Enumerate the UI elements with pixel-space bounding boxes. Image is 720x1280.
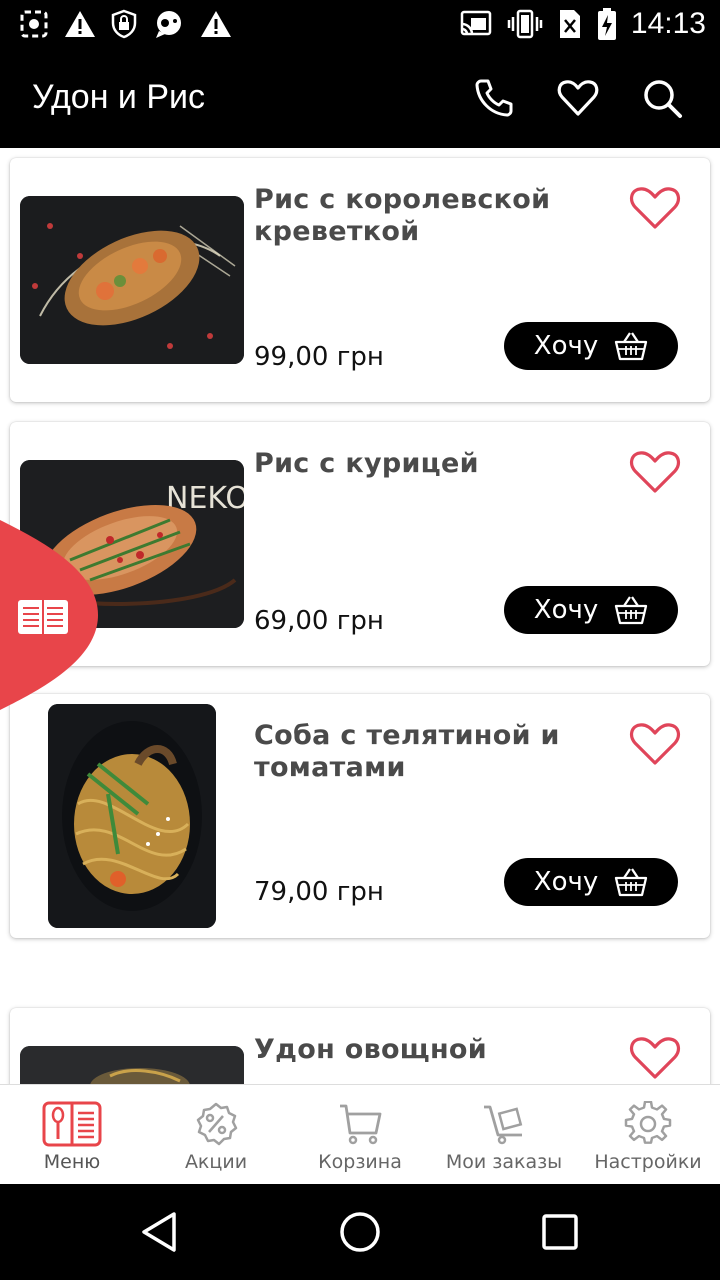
favorites-button[interactable]: [556, 76, 600, 120]
search-icon: [644, 80, 682, 118]
discount-icon: [186, 1101, 246, 1147]
gear-icon: [618, 1101, 678, 1147]
chat-icon: [152, 9, 186, 39]
product-price: 99,00 грн: [254, 342, 384, 372]
add-to-cart-button[interactable]: Хочу: [504, 586, 678, 634]
system-navigation-bar: [0, 1184, 720, 1280]
app-bar: Удон и Рис: [0, 48, 720, 148]
recents-square-icon: [542, 1214, 578, 1250]
warning-icon: [64, 9, 96, 39]
battery-icon: [597, 7, 617, 41]
favorite-toggle[interactable]: [628, 448, 682, 496]
no-sim-icon: [557, 8, 583, 40]
bottom-navigation: Меню Акции Корзина Мои заказы Настройки: [0, 1084, 720, 1184]
basket-icon: [615, 596, 648, 625]
nav-item-settings[interactable]: Настройки: [576, 1085, 720, 1185]
add-to-cart-button[interactable]: Хочу: [504, 858, 678, 906]
recents-button[interactable]: [536, 1208, 584, 1256]
product-name[interactable]: Рис с курицей: [254, 448, 594, 480]
warning-icon: [200, 9, 232, 39]
product-image: [20, 1046, 244, 1084]
phone-icon: [475, 79, 513, 117]
basket-icon: [615, 332, 648, 361]
cart-icon: [330, 1101, 390, 1147]
vpn-shield-icon: [110, 9, 138, 39]
basket-icon: [615, 868, 648, 897]
heart-outline-icon: [629, 723, 681, 765]
add-to-cart-label: Хочу: [533, 867, 599, 897]
product-card[interactable]: NEKO Рис с курицей 69,00 грн Хочу: [10, 422, 710, 666]
nav-item-menu[interactable]: Меню: [0, 1085, 144, 1185]
home-button[interactable]: [336, 1208, 384, 1256]
product-name[interactable]: Удон овощной: [254, 1034, 594, 1066]
nav-label: Акции: [184, 1151, 248, 1173]
menu-book-icon: [18, 600, 68, 634]
favorite-toggle[interactable]: [628, 720, 682, 768]
add-to-cart-button[interactable]: Хочу: [504, 322, 678, 370]
search-button[interactable]: [640, 76, 684, 120]
notification-icons: [18, 8, 232, 40]
heart-outline-icon: [629, 187, 681, 229]
app-title: Удон и Рис: [32, 78, 206, 116]
nav-label: Мои заказы: [445, 1151, 563, 1173]
product-name[interactable]: Соба с телятиной и томатами: [254, 720, 594, 784]
back-button[interactable]: [136, 1208, 184, 1256]
nav-item-promotions[interactable]: Акции: [144, 1085, 288, 1185]
nav-item-my-orders[interactable]: Мои заказы: [432, 1085, 576, 1185]
heart-icon: [557, 80, 599, 116]
system-status-icons: 14:13: [459, 6, 706, 42]
screenshot-icon: [18, 8, 50, 40]
product-list[interactable]: Рис с королевской креветкой 99,00 грн Хо…: [0, 148, 720, 1084]
call-button[interactable]: [472, 76, 516, 120]
home-circle-icon: [340, 1212, 380, 1252]
nav-item-cart[interactable]: Корзина: [288, 1085, 432, 1185]
product-card[interactable]: Удон овощной: [10, 1008, 710, 1084]
add-to-cart-label: Хочу: [533, 331, 599, 361]
nav-label: Меню: [43, 1151, 101, 1173]
product-card[interactable]: Рис с королевской креветкой 99,00 грн Хо…: [10, 158, 710, 402]
vibrate-icon: [507, 9, 543, 39]
nav-label: Настройки: [594, 1151, 702, 1173]
product-image: [48, 704, 216, 928]
back-triangle-icon: [142, 1212, 176, 1252]
product-image: [20, 196, 244, 364]
product-price: 79,00 грн: [254, 877, 384, 907]
nav-label: Корзина: [318, 1151, 402, 1173]
heart-outline-icon: [629, 451, 681, 493]
cast-icon: [459, 10, 493, 38]
menu-book-icon: [42, 1101, 102, 1147]
product-card[interactable]: Соба с телятиной и томатами 79,00 грн Хо…: [10, 694, 710, 938]
favorite-toggle[interactable]: [628, 184, 682, 232]
product-name[interactable]: Рис с королевской креветкой: [254, 184, 594, 248]
add-to-cart-label: Хочу: [533, 595, 599, 625]
status-clock: 14:13: [630, 7, 706, 40]
heart-outline-icon: [629, 1037, 681, 1079]
favorite-toggle[interactable]: [628, 1034, 682, 1082]
delivery-cart-icon: [474, 1101, 534, 1147]
status-bar: 14:13: [0, 0, 720, 48]
side-menu-tab[interactable]: [0, 520, 98, 710]
product-price: 69,00 грн: [254, 606, 384, 636]
